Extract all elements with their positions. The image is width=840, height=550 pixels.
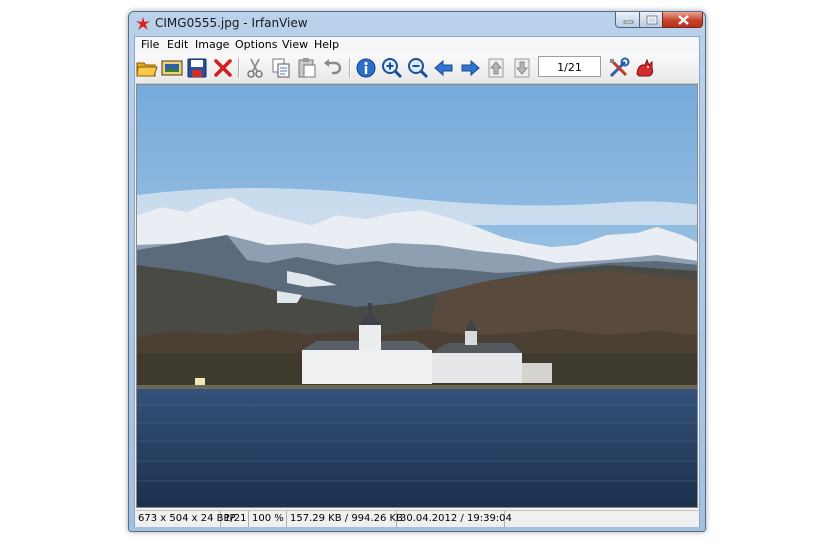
previous-button[interactable] xyxy=(432,56,456,80)
open-folder-icon xyxy=(136,62,158,77)
info-icon xyxy=(356,58,376,78)
save-button[interactable] xyxy=(185,56,209,80)
menu-view[interactable]: View xyxy=(279,38,311,51)
last-image-icon xyxy=(514,58,530,78)
menu-help[interactable]: Help xyxy=(311,38,342,51)
cut-button[interactable] xyxy=(243,56,267,80)
first-image-button[interactable] xyxy=(484,56,508,80)
paste-button[interactable] xyxy=(295,56,319,80)
menu-edit[interactable]: Edit xyxy=(164,38,191,51)
next-icon xyxy=(461,59,480,77)
delete-icon xyxy=(214,59,232,77)
slideshow-button[interactable] xyxy=(160,56,184,80)
landscape-photo xyxy=(137,85,697,507)
irfanview-logo-icon xyxy=(136,17,150,30)
status-dimensions: 673 x 504 x 24 BPP xyxy=(135,511,236,527)
toolbar-separator xyxy=(349,58,351,78)
zoom-out-button[interactable] xyxy=(406,56,430,80)
zoom-in-button[interactable] xyxy=(380,56,404,80)
status-bar: 673 x 504 x 24 BPP 1/21 100 % 157.29 KB … xyxy=(135,510,699,527)
irfanview-window: CIMG0555.jpg - IrfanView File Edit Image… xyxy=(128,11,706,532)
about-button[interactable] xyxy=(633,56,657,80)
slideshow-icon xyxy=(161,60,183,76)
copy-button[interactable] xyxy=(269,56,293,80)
next-button[interactable] xyxy=(458,56,482,80)
status-index: 1/21 xyxy=(221,511,249,527)
cut-icon xyxy=(247,58,263,78)
toolbar: 1/21 xyxy=(135,53,699,84)
menu-image[interactable]: Image xyxy=(192,38,232,51)
menu-bar: File Edit Image Options View Help xyxy=(135,37,699,53)
save-icon xyxy=(187,58,207,78)
page-indicator: 1/21 xyxy=(538,56,601,77)
maximize-button[interactable] xyxy=(639,12,663,28)
options-tools-icon xyxy=(609,57,630,78)
open-button[interactable] xyxy=(135,56,159,80)
previous-icon xyxy=(434,59,453,77)
paste-icon xyxy=(298,58,316,78)
title-bar[interactable]: CIMG0555.jpg - IrfanView xyxy=(129,12,705,36)
minimize-button[interactable] xyxy=(615,12,640,28)
window-title: CIMG0555.jpg - IrfanView xyxy=(155,16,308,30)
copy-icon xyxy=(272,58,290,78)
minimize-icon xyxy=(623,20,634,24)
menu-file[interactable]: File xyxy=(138,38,162,51)
zoom-out-icon xyxy=(408,58,429,79)
options-button[interactable] xyxy=(607,56,631,80)
first-image-icon xyxy=(488,58,504,78)
close-button[interactable] xyxy=(662,12,703,28)
status-file-size: 157.29 KB / 994.26 KB xyxy=(287,511,403,527)
undo-button[interactable] xyxy=(321,56,345,80)
undo-icon xyxy=(324,59,342,75)
about-cat-icon xyxy=(636,58,654,77)
maximize-icon xyxy=(646,15,658,25)
zoom-in-icon xyxy=(382,58,403,79)
menu-options[interactable]: Options xyxy=(232,38,280,51)
info-button[interactable] xyxy=(354,56,378,80)
toolbar-separator xyxy=(238,58,240,78)
delete-button[interactable] xyxy=(211,56,235,80)
close-icon xyxy=(678,15,689,25)
last-image-button[interactable] xyxy=(510,56,534,80)
image-display[interactable] xyxy=(136,84,698,508)
client-area: File Edit Image Options View Help 1/21 6… xyxy=(134,36,700,527)
status-zoom: 100 % xyxy=(249,511,287,527)
status-datetime: 30.04.2012 / 19:39:04 xyxy=(397,511,512,527)
